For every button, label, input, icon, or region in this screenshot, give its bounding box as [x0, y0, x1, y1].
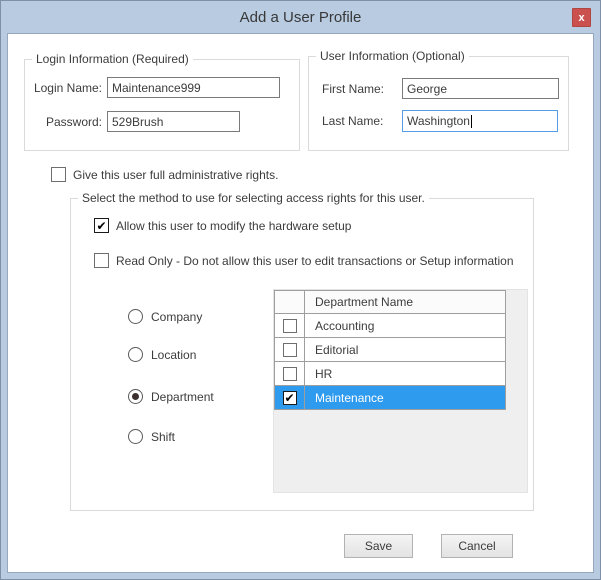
save-button-label: Save [364, 539, 393, 553]
cancel-button[interactable]: Cancel [441, 534, 513, 558]
last-name-value: Washington [407, 114, 470, 128]
first-name-label: First Name: [322, 82, 385, 96]
table-header-cell: Department Name [305, 291, 505, 313]
department-table-panel: Department Name Accounting Editorial HR … [273, 289, 528, 493]
department-name-cell[interactable]: Editorial [305, 338, 505, 361]
department-name-cell[interactable]: Accounting [305, 314, 505, 337]
table-header-check-cell [275, 291, 304, 313]
read-only-row: Read Only - Do not allow this user to ed… [94, 253, 514, 268]
department-name-cell[interactable]: Maintenance [305, 386, 505, 409]
hardware-setup-checkbox[interactable]: ✔ [94, 218, 109, 233]
row-check-cell[interactable] [275, 338, 304, 361]
access-method-group: Select the method to use for selecting a… [70, 191, 534, 511]
row-checkbox-editorial[interactable] [282, 342, 297, 357]
row-checkbox-maintenance[interactable]: ✔ [282, 390, 297, 405]
text-caret [470, 114, 472, 128]
department-name-cell[interactable]: HR [305, 362, 505, 385]
password-label: Password: [45, 115, 102, 129]
row-check-cell[interactable]: ✔ [275, 386, 304, 409]
close-icon: x [578, 11, 585, 24]
row-checkbox-hr[interactable] [282, 366, 297, 381]
radio-department[interactable] [128, 389, 143, 404]
login-name-input[interactable]: Maintenance999 [107, 77, 280, 98]
password-input[interactable]: 529Brush [107, 111, 240, 132]
login-name-label: Login Name: [33, 81, 102, 95]
radio-department-label: Department [151, 389, 214, 404]
last-name-label: Last Name: [322, 114, 384, 128]
read-only-checkbox[interactable] [94, 253, 109, 268]
last-name-input[interactable]: Washington [402, 110, 558, 132]
login-name-value: Maintenance999 [112, 80, 201, 95]
admin-rights-row: Give this user full administrative right… [51, 167, 278, 182]
read-only-label: Read Only - Do not allow this user to ed… [116, 253, 514, 268]
row-check-cell[interactable] [275, 314, 304, 337]
hardware-setup-row: ✔ Allow this user to modify the hardware… [94, 218, 351, 233]
radio-row-shift: Shift [128, 429, 175, 444]
row-check-cell[interactable] [275, 362, 304, 385]
cancel-button-label: Cancel [458, 539, 496, 553]
login-info-group: Login Information (Required) Login Name:… [24, 52, 300, 151]
radio-company-label: Company [151, 309, 203, 324]
first-name-value: George [407, 81, 448, 96]
radio-row-company: Company [128, 309, 202, 324]
user-info-group: User Information (Optional) First Name: … [308, 49, 569, 151]
save-button[interactable]: Save [344, 534, 413, 558]
radio-row-location: Location [128, 347, 196, 362]
dialog-window: Add a User Profile x Login Information (… [0, 0, 601, 580]
radio-location[interactable] [128, 347, 143, 362]
dialog-title: Add a User Profile [239, 8, 362, 26]
checkmark-icon: ✔ [284, 390, 295, 405]
hardware-setup-label: Allow this user to modify the hardware s… [116, 218, 352, 233]
admin-rights-label: Give this user full administrative right… [73, 167, 279, 182]
row-checkbox-accounting[interactable] [282, 318, 297, 333]
access-group-title: Select the method to use for selecting a… [78, 191, 429, 205]
radio-shift[interactable] [128, 429, 143, 444]
radio-shift-label: Shift [151, 429, 176, 444]
admin-rights-checkbox[interactable] [51, 167, 66, 182]
dialog-body: Login Information (Required) Login Name:… [7, 33, 594, 573]
first-name-input[interactable]: George [402, 78, 559, 99]
close-button[interactable]: x [572, 8, 591, 27]
radio-row-department: Department [128, 389, 214, 404]
user-group-title: User Information (Optional) [316, 49, 469, 63]
titlebar[interactable]: Add a User Profile [1, 1, 600, 33]
password-value: 529Brush [112, 114, 164, 129]
radio-company[interactable] [128, 309, 143, 324]
checkmark-icon: ✔ [96, 218, 107, 233]
login-group-title: Login Information (Required) [32, 52, 193, 66]
radio-location-label: Location [151, 347, 197, 362]
department-table: Department Name Accounting Editorial HR … [274, 290, 506, 410]
